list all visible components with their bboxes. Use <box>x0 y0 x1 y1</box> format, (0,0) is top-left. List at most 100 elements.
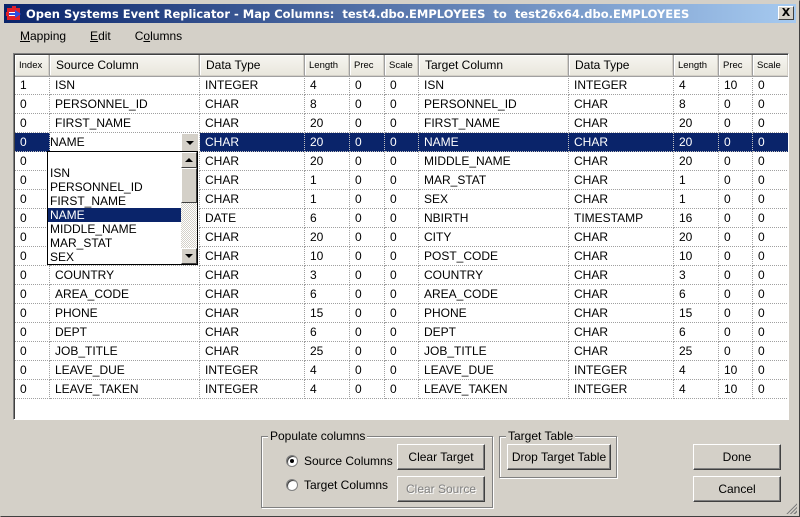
cell-target-length[interactable]: 20 <box>674 152 719 171</box>
cell-source-prec[interactable]: 0 <box>350 209 385 228</box>
cell-target-scale[interactable]: 0 <box>753 323 788 342</box>
cell-target-scale[interactable]: 0 <box>753 171 788 190</box>
cell-target-column[interactable]: MIDDLE_NAME <box>419 152 569 171</box>
menu-mapping[interactable]: Mapping <box>4 26 74 46</box>
cell-target-data-type[interactable]: CHAR <box>569 171 674 190</box>
cell-source-column[interactable]: PHONE <box>50 304 200 323</box>
cell-index[interactable]: 0 <box>15 95 50 114</box>
cell-source-data-type[interactable]: CHAR <box>200 152 305 171</box>
title-bar[interactable]: Open Systems Event Replicator - Map Colu… <box>4 4 796 23</box>
menu-columns[interactable]: Columns <box>119 26 190 46</box>
cell-index[interactable]: 0 <box>15 133 50 152</box>
cell-index[interactable]: 0 <box>15 209 50 228</box>
cell-source-prec[interactable]: 0 <box>350 152 385 171</box>
cell-target-data-type[interactable]: INTEGER <box>569 76 674 95</box>
cell-target-scale[interactable]: 0 <box>753 380 788 399</box>
header-source-data-type[interactable]: Data Type <box>200 55 305 77</box>
cell-source-scale[interactable]: 0 <box>385 190 419 209</box>
cell-target-prec[interactable]: 0 <box>719 304 753 323</box>
cell-source-data-type[interactable]: INTEGER <box>200 380 305 399</box>
cell-source-data-type[interactable]: CHAR <box>200 323 305 342</box>
cell-source-prec[interactable]: 0 <box>350 323 385 342</box>
table-row[interactable]: 0 COUNTRY CHAR 3 0 0 COUNTRY CHAR 3 0 0 <box>15 266 788 285</box>
cell-source-length[interactable]: 15 <box>305 304 350 323</box>
cell-target-length[interactable]: 20 <box>674 228 719 247</box>
cell-target-scale[interactable]: 0 <box>753 304 788 323</box>
cell-source-scale[interactable]: 0 <box>385 247 419 266</box>
cell-source-scale[interactable]: 0 <box>385 76 419 95</box>
cell-source-data-type[interactable]: CHAR <box>200 171 305 190</box>
header-source-scale[interactable]: Scale <box>385 55 419 77</box>
cell-target-data-type[interactable]: CHAR <box>569 304 674 323</box>
clear-source-button[interactable]: Clear Source <box>397 476 485 502</box>
cell-source-data-type[interactable]: CHAR <box>200 95 305 114</box>
cell-target-data-type[interactable]: CHAR <box>569 95 674 114</box>
cell-target-scale[interactable]: 0 <box>753 228 788 247</box>
cell-source-data-type[interactable]: CHAR <box>200 190 305 209</box>
done-button[interactable]: Done <box>693 444 781 470</box>
cell-source-data-type[interactable]: CHAR <box>200 342 305 361</box>
cell-source-prec[interactable]: 0 <box>350 247 385 266</box>
cell-index[interactable]: 1 <box>15 76 50 95</box>
cell-target-column[interactable]: LEAVE_TAKEN <box>419 380 569 399</box>
cell-source-prec[interactable]: 0 <box>350 342 385 361</box>
dropdown-option[interactable] <box>48 152 181 166</box>
scroll-thumb[interactable] <box>181 168 197 203</box>
cell-target-scale[interactable]: 0 <box>753 152 788 171</box>
cell-source-length[interactable]: 6 <box>305 323 350 342</box>
table-row[interactable]: 0 LEAVE_TAKEN INTEGER 4 0 0 LEAVE_TAKEN INTEGER… <box>15 380 788 399</box>
cancel-button[interactable]: Cancel <box>693 476 781 502</box>
header-target-data-type[interactable]: Data Type <box>569 55 674 77</box>
dropdown-option[interactable]: NAME <box>48 208 181 222</box>
cell-source-data-type[interactable]: CHAR <box>200 228 305 247</box>
cell-source-scale[interactable]: 0 <box>385 266 419 285</box>
table-row[interactable]: 0 FIRST_NAME CHAR 20 0 0 FIRST_NAME CHAR 20 0 0 <box>15 114 788 133</box>
clear-target-button[interactable]: Clear Target <box>397 444 485 470</box>
source-column-combo[interactable]: NAME <box>50 133 200 152</box>
cell-target-data-type[interactable]: INTEGER <box>569 361 674 380</box>
header-source-prec[interactable]: Prec <box>350 55 385 77</box>
cell-source-length[interactable]: 25 <box>305 342 350 361</box>
cell-source-column[interactable]: ISN <box>50 76 200 95</box>
cell-source-data-type[interactable]: CHAR <box>200 304 305 323</box>
cell-source-column[interactable]: LEAVE_DUE <box>50 361 200 380</box>
cell-source-data-type[interactable]: CHAR <box>200 266 305 285</box>
cell-index[interactable]: 0 <box>15 114 50 133</box>
cell-source-data-type[interactable]: CHAR <box>200 114 305 133</box>
target-columns-radio[interactable]: Target Columns <box>286 478 388 492</box>
header-target-scale[interactable]: Scale <box>753 55 788 77</box>
cell-source-data-type[interactable]: CHAR <box>200 133 305 152</box>
cell-target-data-type[interactable]: CHAR <box>569 190 674 209</box>
cell-source-data-type[interactable]: CHAR <box>200 285 305 304</box>
scroll-up-button[interactable] <box>181 152 197 168</box>
cell-target-prec[interactable]: 10 <box>719 380 753 399</box>
cell-source-prec[interactable]: 0 <box>350 171 385 190</box>
dropdown-option[interactable]: PERSONNEL_ID <box>48 180 181 194</box>
cell-source-length[interactable]: 1 <box>305 171 350 190</box>
cell-target-scale[interactable]: 0 <box>753 114 788 133</box>
cell-index[interactable]: 0 <box>15 304 50 323</box>
cell-target-data-type[interactable]: TIMESTAMP <box>569 209 674 228</box>
cell-source-length[interactable]: 4 <box>305 380 350 399</box>
cell-target-scale[interactable]: 0 <box>753 361 788 380</box>
cell-target-column[interactable]: PERSONNEL_ID <box>419 95 569 114</box>
cell-target-prec[interactable]: 0 <box>719 228 753 247</box>
cell-source-prec[interactable]: 0 <box>350 304 385 323</box>
cell-source-length[interactable]: 6 <box>305 209 350 228</box>
cell-target-scale[interactable]: 0 <box>753 266 788 285</box>
cell-index[interactable]: 0 <box>15 247 50 266</box>
cell-index[interactable]: 0 <box>15 228 50 247</box>
cell-source-data-type[interactable]: DATE <box>200 209 305 228</box>
cell-target-length[interactable]: 4 <box>674 76 719 95</box>
cell-source-prec[interactable]: 0 <box>350 95 385 114</box>
cell-target-column[interactable]: COUNTRY <box>419 266 569 285</box>
table-row[interactable]: 0 DEPT CHAR 6 0 0 DEPT CHAR 6 0 0 <box>15 323 788 342</box>
cell-source-scale[interactable]: 0 <box>385 361 419 380</box>
cell-source-length[interactable]: 1 <box>305 190 350 209</box>
cell-source-prec[interactable]: 0 <box>350 380 385 399</box>
cell-index[interactable]: 0 <box>15 190 50 209</box>
cell-index[interactable]: 0 <box>15 152 50 171</box>
cell-target-data-type[interactable]: CHAR <box>569 247 674 266</box>
cell-target-scale[interactable]: 0 <box>753 95 788 114</box>
cell-target-column[interactable]: DEPT <box>419 323 569 342</box>
